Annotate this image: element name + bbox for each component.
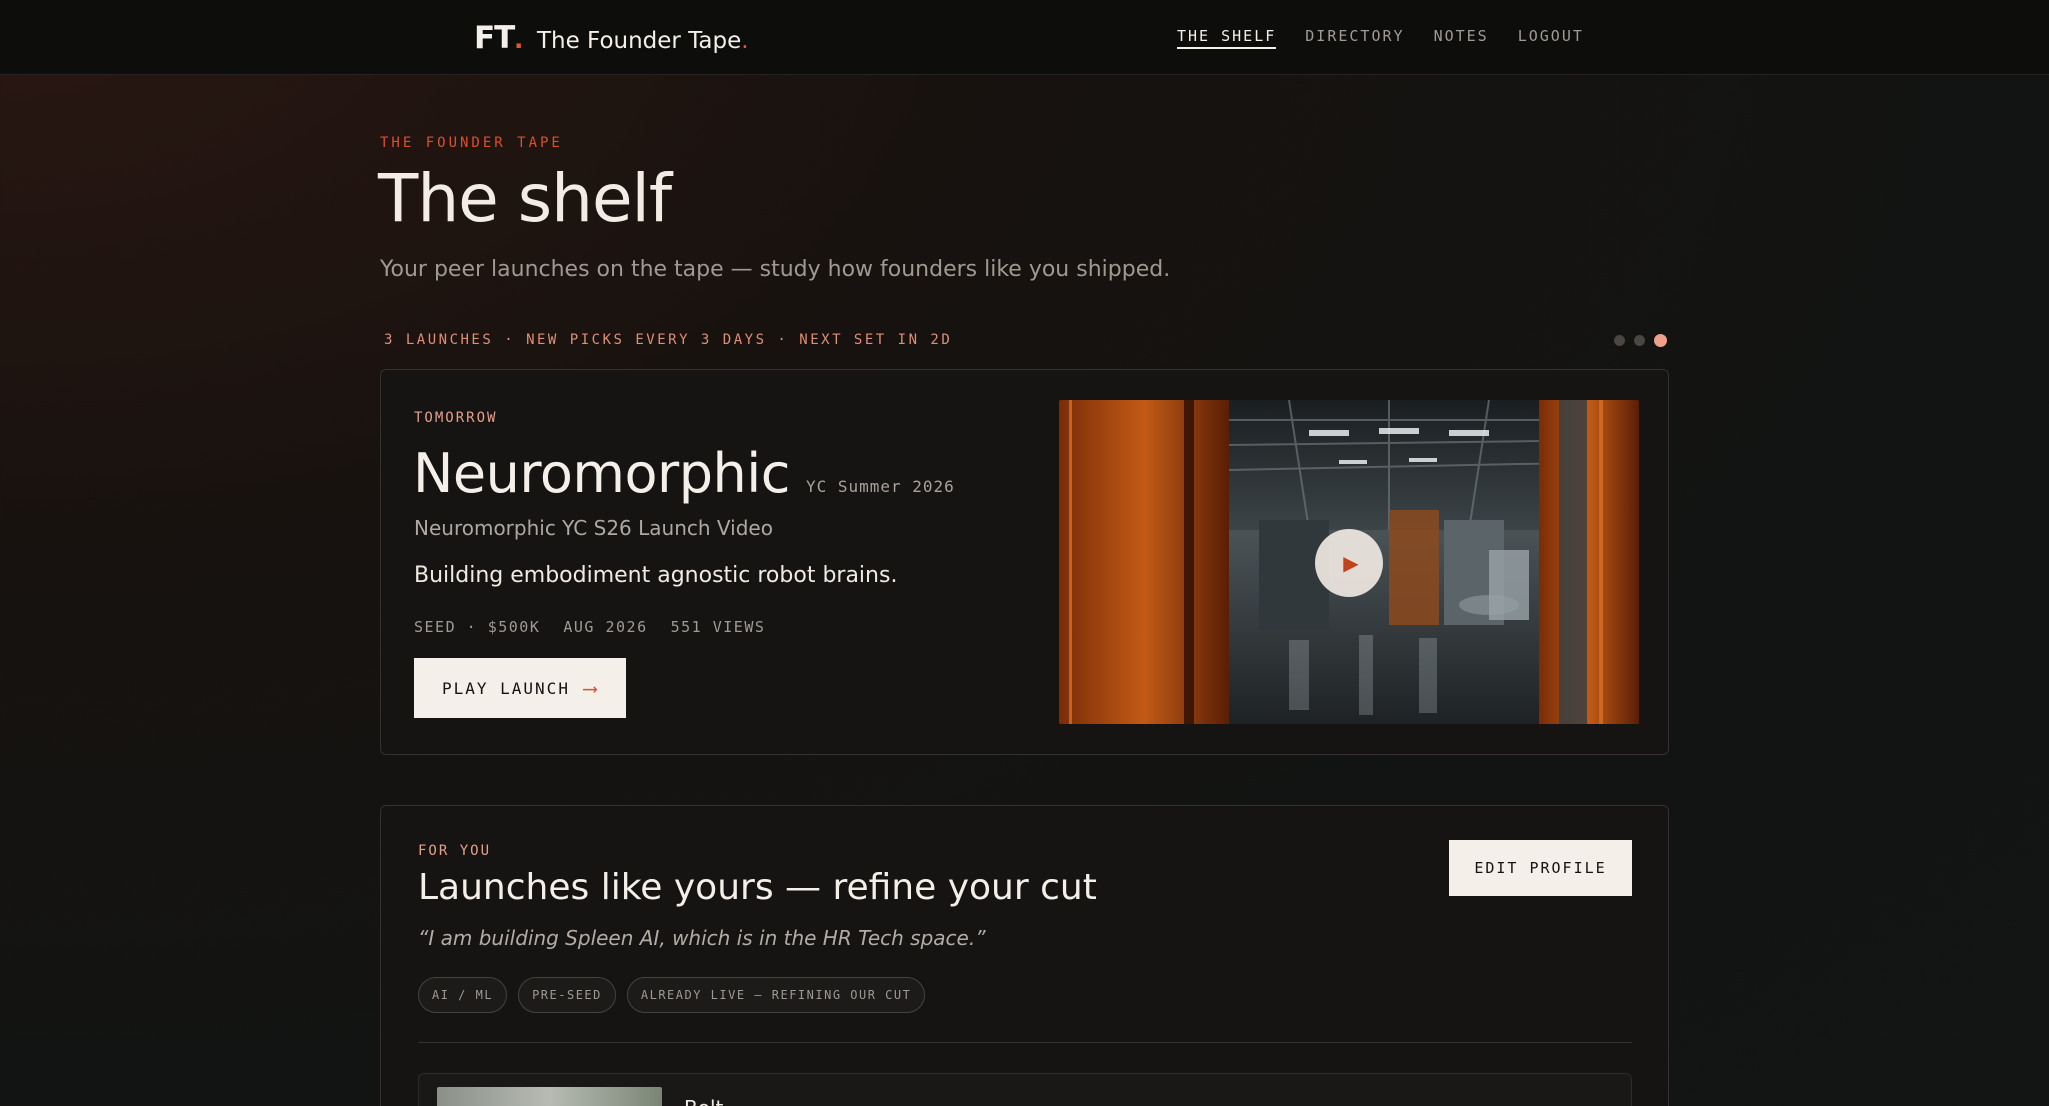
featured-stat-round: SEED · $500K	[414, 618, 541, 636]
page-eyebrow: THE FOUNDER TAPE	[380, 135, 563, 151]
for-you-card: FOR YOU Launches like yours — refine you…	[380, 805, 1669, 1106]
carousel-dot-3[interactable]	[1654, 334, 1667, 347]
featured-stat-date: AUG 2026	[563, 618, 648, 636]
featured-video-title: Neuromorphic YC S26 Launch Video	[414, 516, 773, 540]
featured-title-row: Neuromorphic YC Summer 2026	[413, 442, 955, 505]
edit-profile-button[interactable]: EDIT PROFILE	[1449, 840, 1632, 896]
chip-stage[interactable]: PRE-SEED	[518, 977, 616, 1013]
logo-mark: FT	[474, 20, 515, 56]
nav-link-logout[interactable]: LOGOUT	[1518, 27, 1584, 49]
featured-stats: SEED · $500K AUG 2026 551 VIEWS	[414, 618, 765, 636]
play-launch-button[interactable]: PLAY LAUNCH ⟶	[414, 658, 626, 718]
chip-status[interactable]: ALREADY LIVE — REFINING OUR CUT	[626, 977, 926, 1013]
carousel-dot-2[interactable]	[1634, 335, 1645, 346]
featured-tagline: Building embodiment agnostic robot brain…	[414, 563, 898, 588]
carousel-dots	[1614, 334, 1667, 347]
nav-link-the-shelf[interactable]: THE SHELF	[1177, 27, 1277, 49]
site-name-text: The Founder Tape	[536, 28, 742, 54]
arrow-right-icon: ⟶	[583, 676, 598, 700]
play-launch-label: PLAY LAUNCH	[441, 678, 570, 698]
featured-batch: YC Summer 2026	[805, 477, 955, 496]
site-logo[interactable]: FT. The Founder Tape.	[474, 20, 749, 56]
chip-category[interactable]: AI / ML	[418, 977, 508, 1013]
featured-title: Neuromorphic	[413, 442, 790, 505]
featured-launch-card: TOMORROW Neuromorphic YC Summer 2026 Neu…	[380, 369, 1669, 755]
launch-thumbnail	[437, 1087, 662, 1106]
featured-eyebrow: TOMORROW	[414, 410, 498, 426]
launch-name: Bolt	[684, 1096, 723, 1106]
logo-mark-dot: .	[514, 20, 523, 55]
video-play-button[interactable]: ▶	[1315, 529, 1383, 597]
top-nav: FT. The Founder Tape. THE SHELF DIRECTOR…	[0, 0, 2049, 75]
launch-meta: 3 LAUNCHES · NEW PICKS EVERY 3 DAYS · NE…	[384, 332, 953, 348]
featured-stat-views: 551 VIEWS	[670, 618, 766, 636]
profile-chips: AI / ML PRE-SEED ALREADY LIVE — REFINING…	[418, 977, 926, 1013]
nav-link-notes[interactable]: NOTES	[1434, 27, 1489, 49]
nav-links: THE SHELF DIRECTORY NOTES LOGOUT	[1177, 27, 1584, 49]
nav-link-directory[interactable]: DIRECTORY	[1305, 27, 1404, 49]
list-item[interactable]: Bolt	[418, 1073, 1632, 1106]
site-name: The Founder Tape.	[537, 28, 749, 54]
site-name-dot: .	[741, 28, 749, 54]
carousel-dot-1[interactable]	[1614, 335, 1625, 346]
section-divider	[418, 1042, 1632, 1043]
page-subtitle: Your peer launches on the tape — study h…	[380, 257, 1171, 282]
page-title: The shelf	[378, 160, 672, 237]
for-you-title: Launches like yours — refine your cut	[418, 867, 1097, 908]
for-you-eyebrow: FOR YOU	[418, 843, 492, 859]
launch-video-thumbnail[interactable]: ▶	[1059, 400, 1639, 724]
play-icon: ▶	[1343, 552, 1359, 575]
for-you-quote: “I am building Spleen AI, which is in th…	[418, 926, 986, 950]
